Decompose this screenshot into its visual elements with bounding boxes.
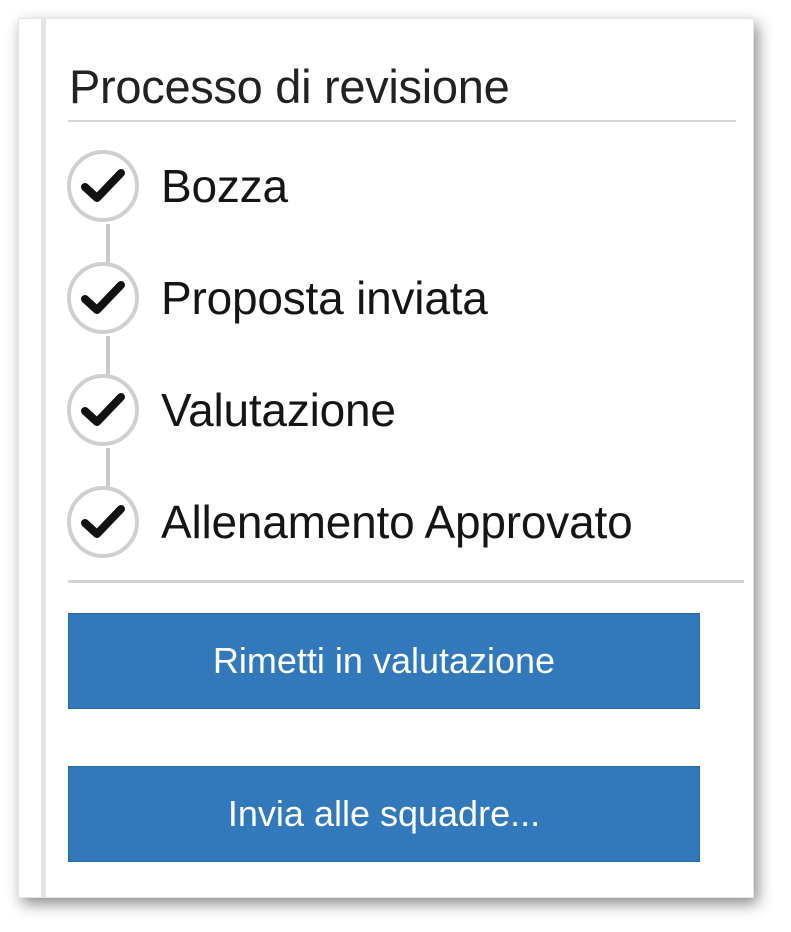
- check-icon: [67, 486, 139, 558]
- send-to-teams-button[interactable]: Invia alle squadre...: [68, 766, 700, 862]
- check-icon: [67, 374, 139, 446]
- step-label: Bozza: [161, 160, 288, 212]
- steps-divider: [68, 580, 744, 583]
- step-valutazione: Valutazione: [67, 368, 396, 452]
- check-icon: [67, 262, 139, 334]
- step-label: Valutazione: [161, 384, 396, 436]
- step-label: Allenamento Approvato: [161, 496, 633, 548]
- check-icon: [67, 150, 139, 222]
- step-allenamento-approvato: Allenamento Approvato: [67, 480, 633, 564]
- step-bozza: Bozza: [67, 144, 288, 228]
- reevaluate-button[interactable]: Rimetti in valutazione: [68, 613, 700, 709]
- page: Processo di revisione Bozza Proposta inv…: [0, 0, 791, 932]
- review-process-panel: Processo di revisione Bozza Proposta inv…: [18, 18, 754, 898]
- step-proposta-inviata: Proposta inviata: [67, 256, 488, 340]
- step-label: Proposta inviata: [161, 272, 488, 324]
